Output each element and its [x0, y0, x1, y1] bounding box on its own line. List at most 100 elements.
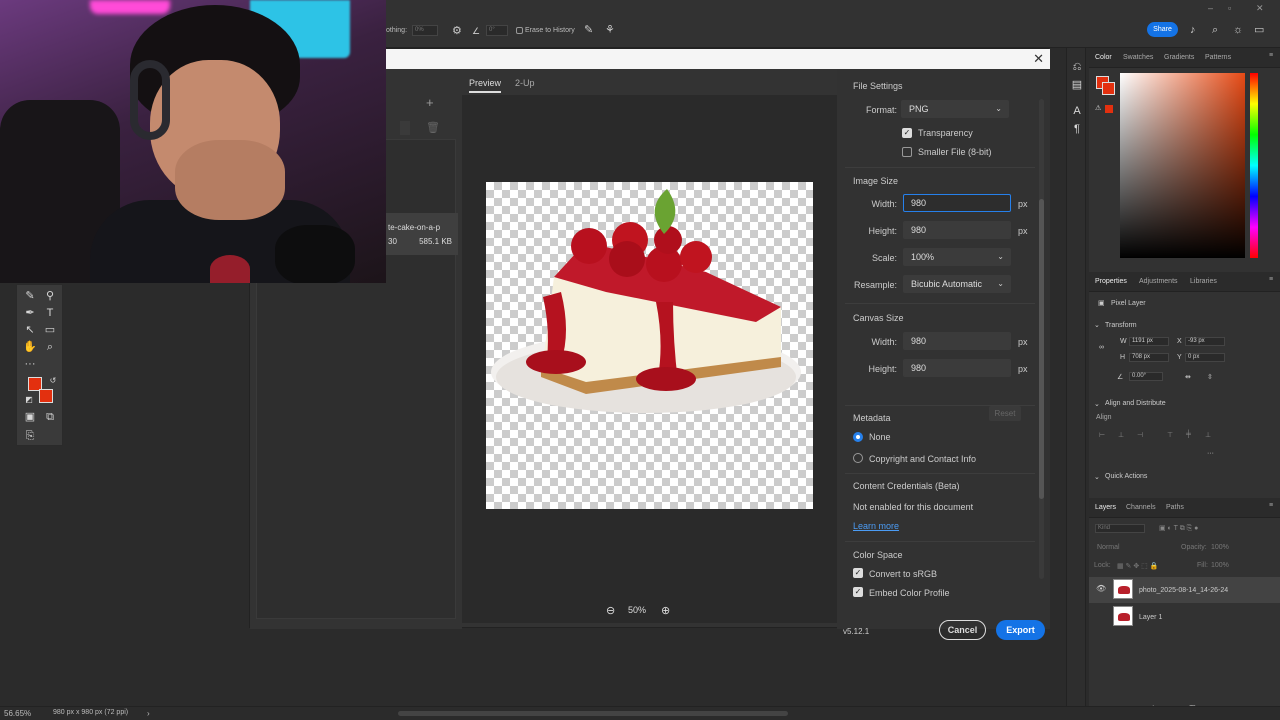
w-input[interactable]: 1191 px — [1129, 337, 1169, 346]
horizontal-scrollbar[interactable] — [398, 711, 788, 716]
comments-icon[interactable]: ▤ — [1069, 78, 1085, 92]
tab-properties[interactable]: Properties — [1095, 278, 1127, 285]
chevron-right-icon[interactable]: › — [147, 709, 150, 718]
layer-search-input[interactable]: Kind — [1095, 524, 1145, 533]
eyedropper-icon[interactable]: ⚲ — [42, 289, 58, 303]
tab-2-up[interactable]: 2-Up — [515, 78, 535, 88]
scrollbar-thumb[interactable] — [1039, 199, 1044, 499]
tab-layers[interactable]: Layers — [1095, 504, 1116, 511]
hue-slider[interactable] — [1250, 73, 1258, 258]
angle-input[interactable]: 0.00° — [1129, 372, 1163, 381]
gamut-swatch[interactable] — [1105, 105, 1113, 113]
pen-icon[interactable]: ✒ — [22, 306, 38, 320]
scale-field[interactable] — [400, 121, 410, 135]
eye-icon[interactable]: 👁 — [1096, 584, 1106, 593]
panel-menu-icon[interactable]: ≡ — [1269, 502, 1273, 509]
settings-scrollbar[interactable] — [1039, 99, 1044, 579]
workspace-icon[interactable]: ▭ — [1254, 24, 1264, 36]
layer-row[interactable]: 👁 photo_2025-08-14_14-26-24 — [1089, 577, 1280, 603]
rectangle-icon[interactable]: ▭ — [42, 323, 58, 337]
canvas-height-input[interactable]: 980 — [903, 359, 1011, 377]
align-center-icon[interactable]: ⊥ — [1118, 431, 1124, 439]
image-width-input[interactable]: 980 — [903, 194, 1011, 212]
flip-horizontal-icon[interactable]: ⇹ — [1185, 373, 1191, 381]
lock-icons[interactable]: ▦ ✎ ✥ ⬚ 🔒 — [1117, 562, 1158, 570]
align-right-icon[interactable]: ⊣ — [1137, 431, 1143, 439]
align-top-icon[interactable]: ⊤ — [1167, 431, 1173, 439]
swap-colors-icon[interactable]: ↺ — [45, 374, 61, 388]
angle-input[interactable]: 0° — [486, 25, 508, 36]
scale-select[interactable]: 100% ⌄ — [903, 248, 1011, 266]
zoom-in-icon[interactable]: ⊕ — [661, 604, 670, 617]
link-icon[interactable]: ∞ — [1099, 344, 1104, 351]
tab-libraries[interactable]: Libraries — [1190, 278, 1217, 285]
layer-row[interactable]: Layer 1 — [1089, 604, 1280, 630]
history-icon[interactable]: ⎌ — [1069, 60, 1085, 74]
tab-gradients[interactable]: Gradients — [1164, 54, 1194, 61]
tab-swatches[interactable]: Swatches — [1123, 54, 1153, 61]
tab-patterns[interactable]: Patterns — [1205, 54, 1231, 61]
tab-color[interactable]: Color — [1095, 54, 1112, 61]
smoothing-input[interactable]: 0% — [412, 25, 438, 36]
y-input[interactable]: 0 px — [1185, 353, 1225, 362]
align-middle-icon[interactable]: ╪ — [1186, 431, 1191, 438]
pressure-icon[interactable]: ✎ — [584, 24, 593, 36]
format-select[interactable]: PNG ⌄ — [901, 100, 1009, 118]
path-select-icon[interactable]: ↖ — [22, 323, 38, 337]
more-options-icon[interactable]: ··· — [1207, 450, 1214, 457]
reset-button[interactable]: Reset — [989, 406, 1021, 421]
default-colors-icon[interactable]: ◩ — [21, 393, 37, 407]
tab-channels[interactable]: Channels — [1126, 504, 1156, 511]
x-input[interactable]: -93 px — [1185, 337, 1225, 346]
panel-menu-icon[interactable]: ≡ — [1269, 52, 1273, 59]
close-icon[interactable]: ✕ — [1033, 51, 1044, 67]
file-list-item[interactable]: te-cake-on-a-p 30 585.1 KB — [386, 213, 458, 255]
add-icon[interactable]: + — [426, 95, 434, 110]
cancel-button[interactable]: Cancel — [939, 620, 986, 640]
convert-srgb-checkbox[interactable]: ✓ — [853, 568, 863, 578]
chevron-down-icon[interactable]: ⌄ — [1094, 321, 1100, 329]
transparency-checkbox[interactable]: ✓ — [902, 128, 912, 138]
window-close-icon[interactable]: ✕ — [1256, 2, 1264, 14]
tab-adjustments[interactable]: Adjustments — [1139, 278, 1178, 285]
paragraph-icon[interactable]: ¶ — [1069, 122, 1085, 136]
hand-icon[interactable]: ✋ — [22, 340, 38, 354]
more-icon[interactable]: ··· — [22, 357, 38, 371]
screen-mode-icon[interactable]: ⧉ — [42, 410, 58, 424]
share-button[interactable]: Share — [1147, 22, 1178, 37]
zoom-percent[interactable]: 56.65% — [4, 709, 31, 718]
learn-more-link[interactable]: Learn more — [853, 521, 899, 531]
maximize-icon[interactable]: ▫ — [1228, 2, 1231, 14]
background-color-swatch[interactable] — [39, 389, 53, 403]
chevron-down-icon[interactable]: ⌄ — [1094, 473, 1100, 481]
trash-icon[interactable]: 🗑 — [426, 121, 440, 134]
tab-preview[interactable]: Preview — [469, 78, 502, 93]
fill-value[interactable]: 100% — [1211, 562, 1229, 569]
lightbulb-icon[interactable]: ☼ — [1233, 24, 1243, 36]
panel-menu-icon[interactable]: ≡ — [1269, 276, 1273, 283]
brush-icon[interactable]: ✎ — [22, 289, 38, 303]
symmetry-icon[interactable]: ⚘ — [605, 24, 615, 36]
zoom-out-icon[interactable]: ⊖ — [606, 604, 615, 617]
blend-mode-select[interactable]: Normal — [1097, 544, 1120, 551]
h-input[interactable]: 708 px — [1129, 353, 1169, 362]
image-height-input[interactable]: 980 — [903, 221, 1011, 239]
type-icon[interactable]: T — [42, 306, 58, 320]
quick-mask-icon[interactable]: ▣ — [22, 410, 38, 424]
flip-vertical-icon[interactable]: ⇳ — [1207, 373, 1213, 381]
artboard-icon[interactable]: ⎘ — [22, 429, 38, 443]
metadata-none-radio[interactable] — [853, 432, 863, 442]
zoom-icon[interactable]: ⌕ — [42, 340, 58, 354]
align-left-icon[interactable]: ⊢ — [1099, 431, 1105, 439]
align-bottom-icon[interactable]: ⊥ — [1205, 431, 1211, 439]
erase-to-history-checkbox[interactable] — [516, 27, 523, 34]
chevron-down-icon[interactable]: ⌄ — [1094, 400, 1100, 408]
gear-icon[interactable]: ⚙ — [452, 25, 462, 37]
minimize-icon[interactable]: – — [1208, 2, 1213, 14]
character-icon[interactable]: A — [1069, 104, 1085, 118]
canvas-width-input[interactable]: 980 — [903, 332, 1011, 350]
bell-icon[interactable]: ♪ — [1190, 24, 1196, 36]
smaller-file-checkbox[interactable] — [902, 147, 912, 157]
metadata-copyright-radio[interactable] — [853, 453, 863, 463]
color-picker-field[interactable] — [1120, 73, 1245, 258]
